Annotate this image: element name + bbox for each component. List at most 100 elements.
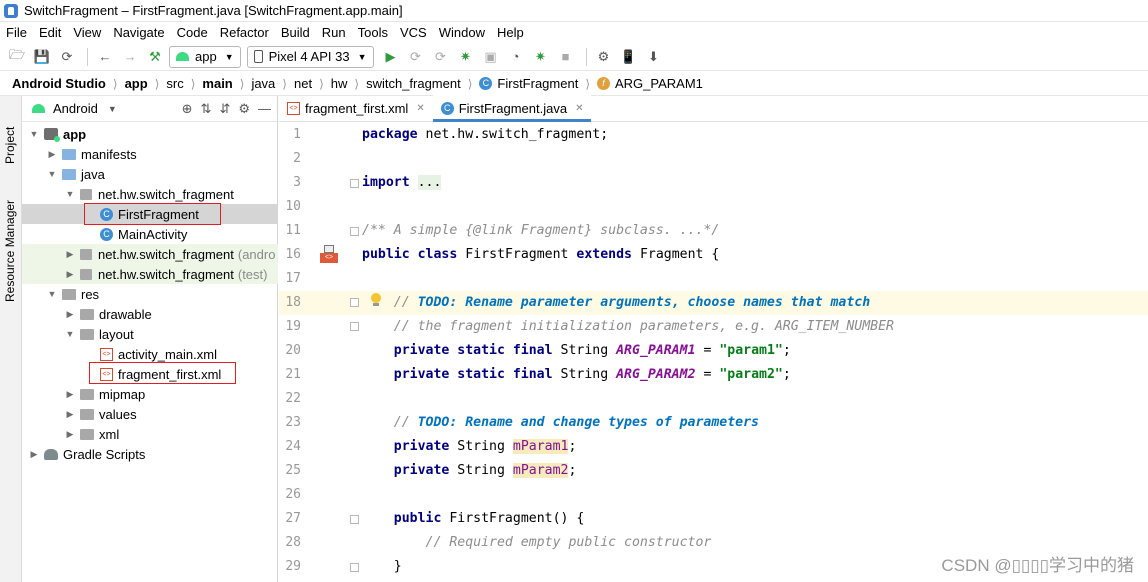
run-config-label: app [195,49,217,64]
stop-icon[interactable]: ■ [555,46,577,68]
gradle-sync-icon[interactable]: ⚙ [593,46,615,68]
tree-item-mipmap[interactable]: ▶ mipmap [22,384,278,404]
related-layout-icon[interactable]: <> [320,245,338,263]
menu-help[interactable]: Help [491,22,530,43]
save-all-icon[interactable]: 💾 [31,46,53,68]
breadcrumb-item[interactable]: app [125,76,148,91]
tree-item-package[interactable]: ▼ net.hw.switch_fragment [22,184,278,204]
menu-navigate[interactable]: Navigate [107,22,170,43]
tree-item-xml[interactable]: ▶ xml [22,424,278,444]
run-icon[interactable]: ▶ [380,46,402,68]
chevron-right-icon[interactable]: ▶ [64,249,76,260]
breadcrumb-item[interactable]: src [166,76,183,91]
make-hammer-icon[interactable]: ⚒ [144,46,166,68]
tree-item-res[interactable]: ▼ res [22,284,278,304]
main-toolbar: 🗁 💾 ⟳ ← → ⚒ app ▼ Pixel 4 API 33 ▼ ▶ ⟳ ⟳… [0,43,1148,71]
chevron-right-icon[interactable]: ▶ [64,309,76,320]
project-view-select[interactable]: Android ▼ [32,101,117,116]
menu-tools[interactable]: Tools [352,22,394,43]
debug-icon[interactable]: ✷ [455,46,477,68]
chevron-right-icon[interactable]: ▶ [64,429,76,440]
menu-code[interactable]: Code [171,22,214,43]
folder-icon [80,388,94,400]
breadcrumb-item[interactable]: net [294,76,312,91]
tree-item-java[interactable]: ▼ java [22,164,278,184]
menu-view[interactable]: View [67,22,107,43]
fold-toggle[interactable] [350,227,359,236]
apply-changes-icon[interactable]: ⟳ [405,46,427,68]
project-tool-tab[interactable]: Project [3,104,17,164]
hide-panel-icon[interactable]: — [258,101,271,117]
profile-icon[interactable]: ◔ [505,46,527,68]
open-folder-icon[interactable]: 🗁 [6,46,28,68]
breadcrumb-item[interactable]: switch_fragment [366,76,461,91]
attach-debugger-icon[interactable]: ▣ [480,46,502,68]
folder-icon [80,308,94,320]
menu-window[interactable]: Window [433,22,491,43]
breadcrumb-item[interactable]: java [251,76,275,91]
chevron-right-icon[interactable]: ▶ [46,149,58,160]
apply-code-changes-icon[interactable]: ⟳ [430,46,452,68]
fold-toggle[interactable] [350,322,359,331]
chevron-right-icon[interactable]: ▶ [64,269,76,280]
sdk-manager-icon[interactable]: ⬇ [643,46,665,68]
sync-icon[interactable]: ⟳ [56,46,78,68]
menu-vcs[interactable]: VCS [394,22,433,43]
tree-item-gradle-scripts[interactable]: ▶ Gradle Scripts [22,444,278,464]
breadcrumb-item[interactable]: FirstFragment [497,76,578,91]
tree-item-values[interactable]: ▶ values [22,404,278,424]
chevron-down-icon[interactable]: ▼ [28,129,40,139]
run-config-select[interactable]: app ▼ [169,45,241,68]
tree-item-package-androidtest[interactable]: ▶ net.hw.switch_fragment (andro [22,244,278,264]
line-number: 21 [285,367,301,382]
class-icon: C [100,227,113,241]
close-icon[interactable]: ✕ [416,103,424,114]
highlight-box [84,203,221,225]
tree-item-layout[interactable]: ▼ layout [22,324,278,344]
tree-item-app[interactable]: ▼ app [22,124,278,144]
back-arrow-icon[interactable]: ← [94,46,116,68]
menu-file[interactable]: File [0,22,33,43]
attach-process-icon[interactable]: ✷ [530,46,552,68]
tab-first-fragment-java[interactable]: C FirstFragment.java ✕ [432,95,592,122]
breadcrumb-item[interactable]: hw [331,76,348,91]
tree-item-activity-main-xml[interactable]: <> activity_main.xml [22,344,278,364]
locate-file-icon[interactable]: ⊕ [182,101,193,117]
folded-imports[interactable]: ... [417,175,442,190]
fold-toggle[interactable] [350,298,359,307]
chevron-down-icon[interactable]: ▼ [64,329,76,339]
collapse-all-icon[interactable]: ⇵ [219,101,230,117]
line-number: 3 [293,175,301,190]
forward-arrow-icon[interactable]: → [119,46,141,68]
chevron-down-icon[interactable]: ▼ [64,189,76,199]
tree-item-package-test[interactable]: ▶ net.hw.switch_fragment (test) [22,264,278,284]
resource-manager-tool-tab[interactable]: Resource Manager [3,182,17,302]
menu-run[interactable]: Run [316,22,352,43]
breadcrumb-item[interactable]: ARG_PARAM1 [615,76,703,91]
gear-icon[interactable]: ⚙ [238,101,250,117]
device-select[interactable]: Pixel 4 API 33 ▼ [246,45,374,68]
chevron-down-icon[interactable]: ▼ [46,289,58,299]
tree-item-label: net.hw.switch_fragment [98,246,234,262]
menu-refactor[interactable]: Refactor [214,22,275,43]
chevron-right-icon[interactable]: ▶ [28,449,40,460]
tree-item-drawable[interactable]: ▶ drawable [22,304,278,324]
line-number: 29 [285,559,301,574]
tree-item-main-activity[interactable]: C MainActivity [22,224,278,244]
close-icon[interactable]: ✕ [575,103,583,114]
chevron-right-icon[interactable]: ▶ [64,389,76,400]
breadcrumb-item[interactable]: Android Studio [12,76,106,91]
chevron-right-icon[interactable]: ▶ [64,409,76,420]
fold-toggle[interactable] [350,515,359,524]
tree-item-manifests[interactable]: ▶ manifests [22,144,278,164]
tab-fragment-first-xml[interactable]: <> fragment_first.xml ✕ [279,95,433,121]
expand-all-icon[interactable]: ⇅ [201,101,212,117]
menu-edit[interactable]: Edit [33,22,67,43]
device-manager-icon[interactable]: 📱 [618,46,640,68]
line-number: 17 [285,271,301,286]
chevron-down-icon[interactable]: ▼ [46,169,58,179]
fold-toggle[interactable] [350,179,359,188]
fold-toggle[interactable] [350,563,359,572]
menu-build[interactable]: Build [275,22,316,43]
breadcrumb-item[interactable]: main [202,76,232,91]
